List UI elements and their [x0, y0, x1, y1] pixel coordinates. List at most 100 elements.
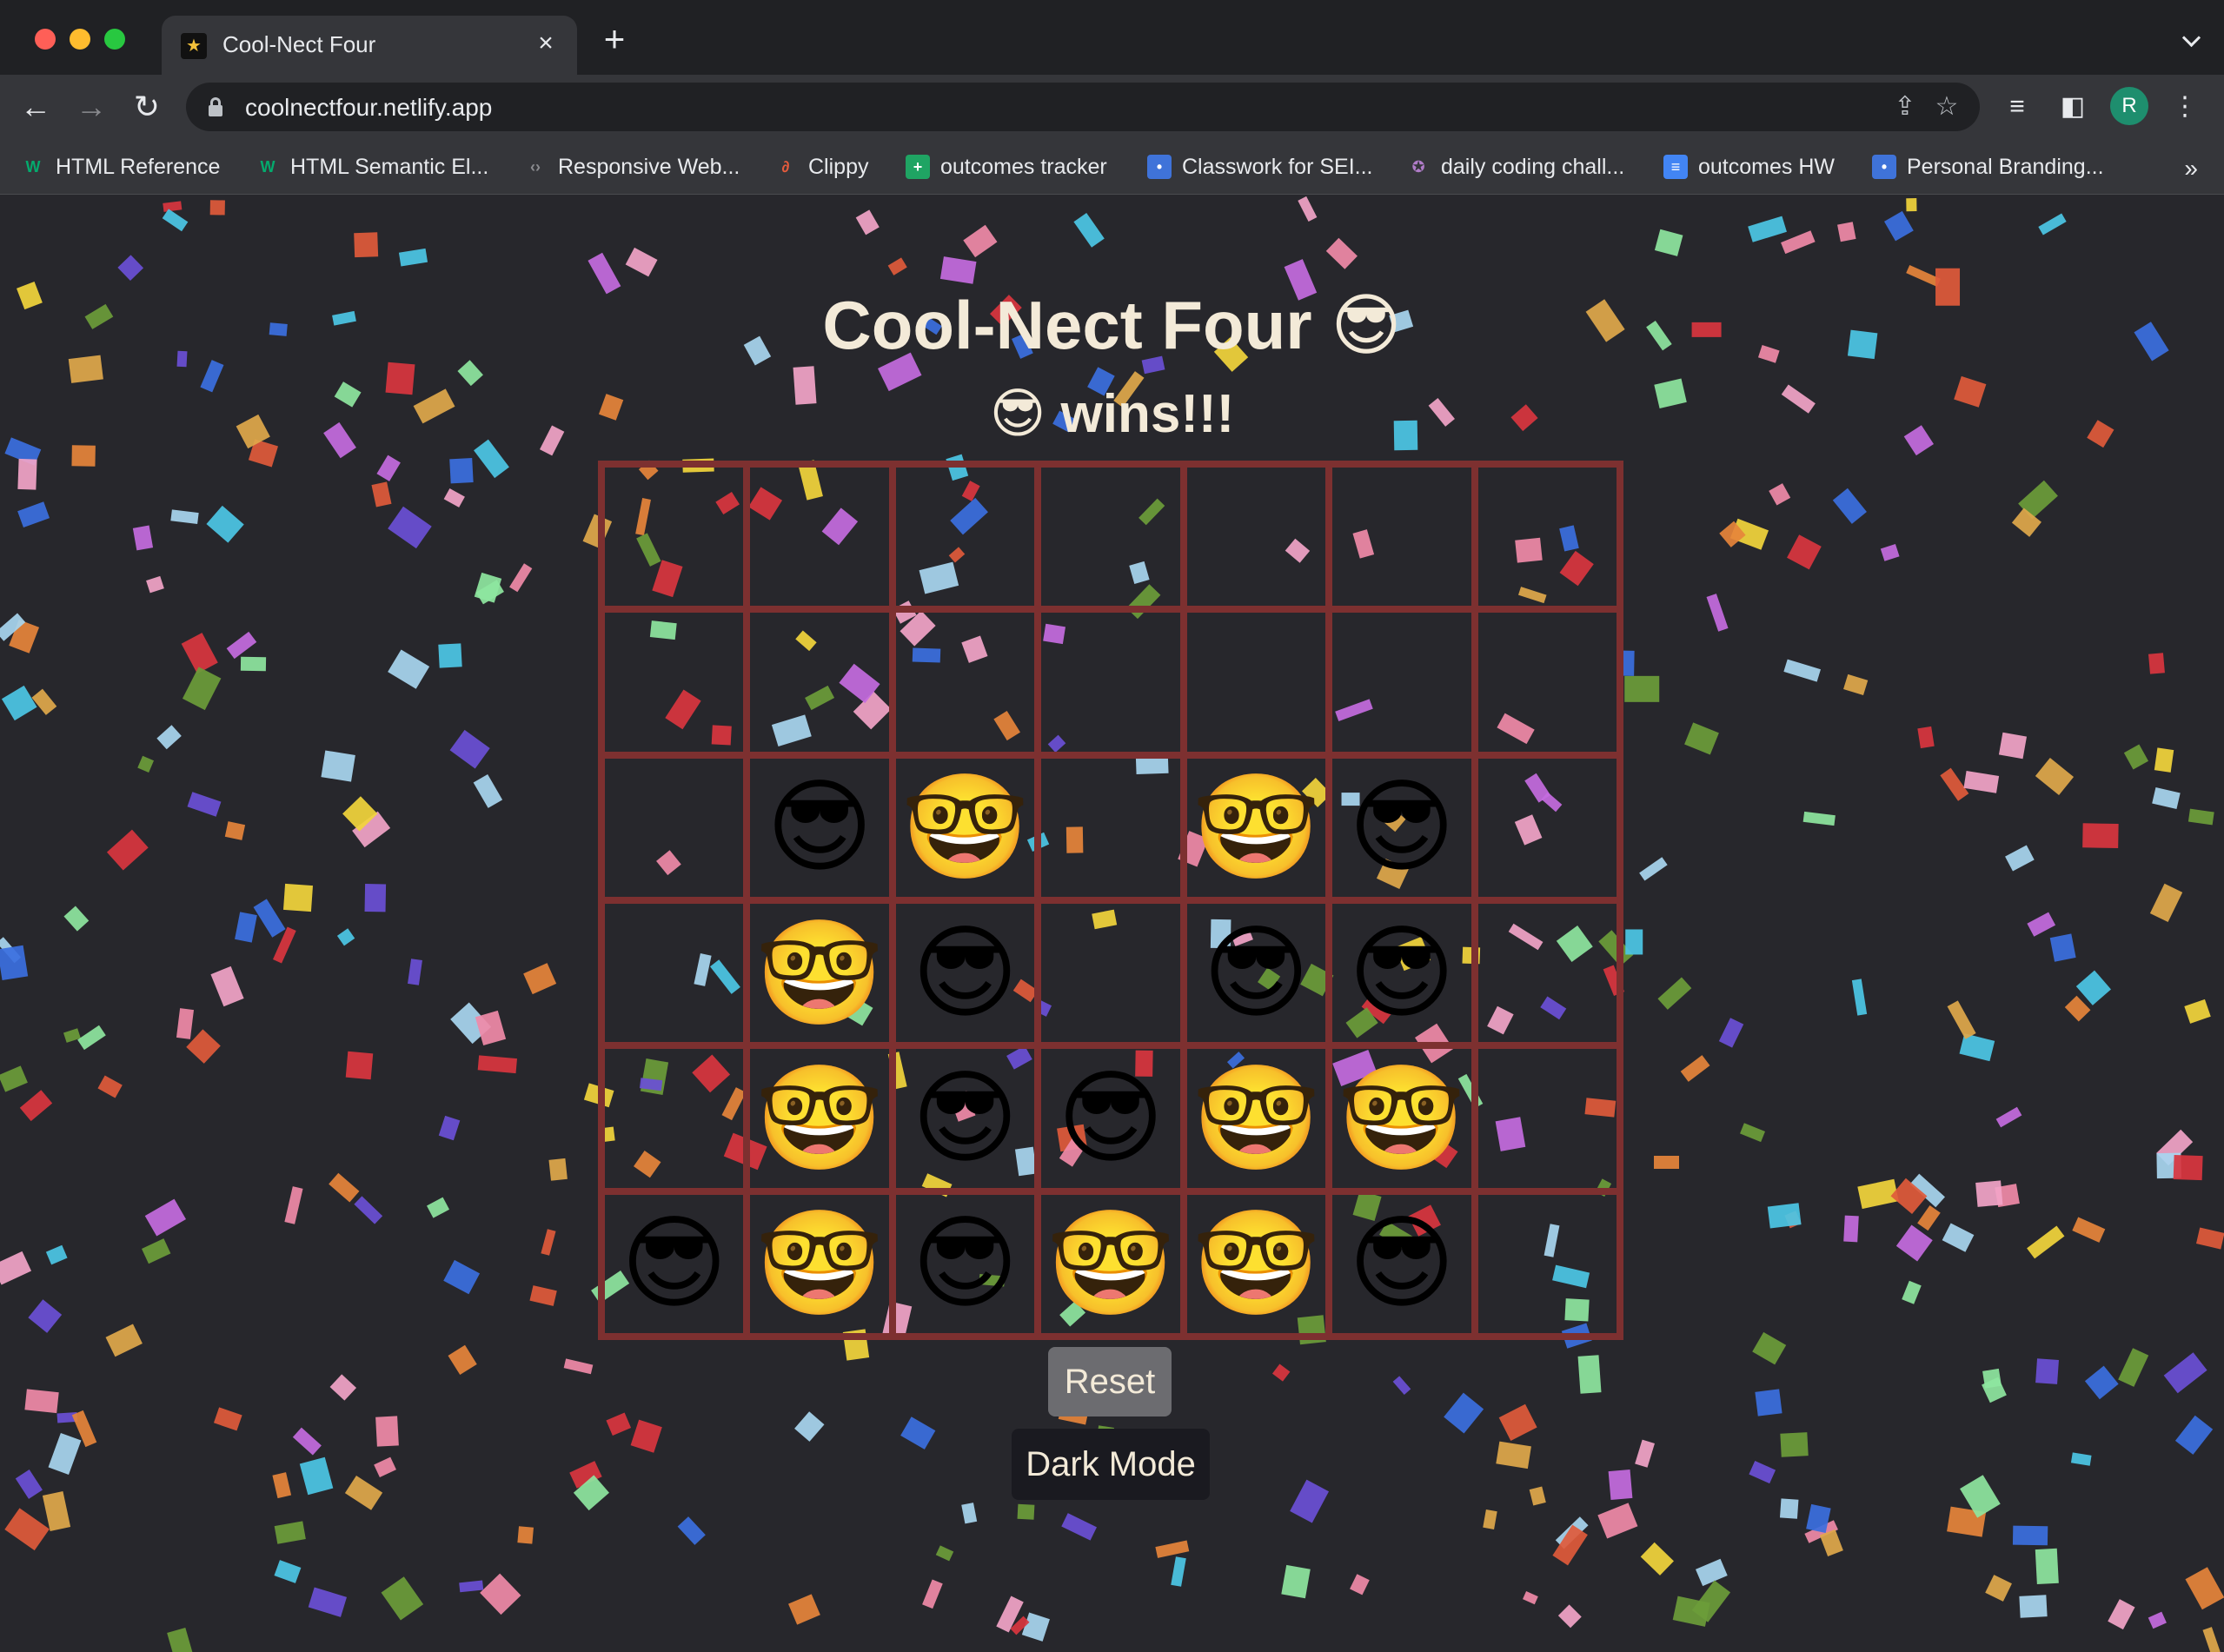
tab-title: Cool-Nect Four [222, 31, 376, 57]
share-icon[interactable]: ⇪ [1889, 91, 1921, 123]
board-cell[interactable] [1329, 464, 1475, 610]
board-cell[interactable]: 🤓 [1183, 1045, 1330, 1191]
bookmark-item[interactable]: W HTML Reference [21, 149, 221, 184]
board-cell[interactable]: 😎 [892, 899, 1039, 1046]
confetti-piece [921, 1579, 943, 1609]
board-cell[interactable] [892, 609, 1039, 755]
reload-icon[interactable]: ↻ [129, 89, 165, 125]
bookmark-item[interactable]: W HTML Semantic El... [256, 149, 489, 184]
board-cell[interactable] [1038, 899, 1184, 1046]
board-cell[interactable] [601, 754, 747, 900]
confetti-piece [1497, 1441, 1532, 1470]
board-cell[interactable] [1474, 1045, 1620, 1191]
board-cell[interactable] [747, 464, 893, 610]
confetti-piece [1625, 929, 1643, 955]
confetti-piece [2071, 1452, 2092, 1466]
board-cell[interactable]: 😎 [892, 1191, 1039, 1337]
bookmarks-overflow-icon[interactable]: » [2184, 155, 2198, 182]
bookmark-item[interactable]: • Personal Branding... [1872, 149, 2104, 184]
board-cell[interactable] [1329, 609, 1475, 755]
confetti-piece [1393, 1376, 1412, 1396]
board-cell[interactable]: 😎 [601, 1191, 747, 1337]
confetti-piece [605, 1412, 631, 1436]
board-cell[interactable] [1183, 609, 1330, 755]
board-cell[interactable]: 🤓 [747, 1045, 893, 1191]
board-cell[interactable]: 🤓 [747, 1191, 893, 1337]
confetti-piece [449, 729, 490, 768]
dark-mode-button[interactable]: Dark Mode [1012, 1429, 1210, 1500]
avatar[interactable]: R [2110, 87, 2148, 125]
board-cell[interactable] [601, 1045, 747, 1191]
board-cell[interactable]: 🤓 [1183, 1191, 1330, 1337]
confetti-piece [170, 509, 199, 525]
board-cell[interactable] [1474, 464, 1620, 610]
board-cell[interactable]: 😎 [1329, 1191, 1475, 1337]
board-cell[interactable] [601, 899, 747, 1046]
close-window-button[interactable] [35, 29, 56, 50]
board-cell[interactable] [1474, 899, 1620, 1046]
bookmark-item[interactable]: ∂ Clippy [773, 149, 869, 184]
media-queue-icon[interactable]: ≡ [1999, 89, 2035, 125]
board-cell[interactable]: 🤓 [1183, 754, 1330, 900]
nerd-piece-icon: 🤓 [755, 1206, 884, 1322]
board-cell[interactable]: 😎 [1183, 899, 1330, 1046]
back-icon[interactable]: ← [17, 89, 54, 125]
confetti-piece [1916, 1204, 1941, 1231]
address-bar[interactable]: coolnectfour.netlify.app ⇪ ☆ [186, 83, 1980, 131]
board-cell[interactable]: 😎 [892, 1045, 1039, 1191]
url-text[interactable]: coolnectfour.netlify.app [245, 94, 492, 122]
lock-icon[interactable] [209, 97, 222, 116]
confetti-piece [475, 580, 505, 605]
confetti-piece [996, 1596, 1025, 1633]
board-cell[interactable]: 🤓 [747, 899, 893, 1046]
confetti-piece [24, 1389, 59, 1413]
confetti-piece [156, 725, 182, 750]
confetti-piece [2035, 1358, 2059, 1385]
bookmark-item[interactable]: • Classwork for SEI... [1147, 149, 1373, 184]
board-cell[interactable]: 😎 [747, 754, 893, 900]
board-cell[interactable]: 😎 [1329, 754, 1475, 900]
bookmark-item[interactable]: ✪ daily coding chall... [1406, 149, 1624, 184]
reset-button[interactable]: Reset [1048, 1347, 1172, 1416]
board-cell[interactable] [1183, 464, 1330, 610]
minimize-window-button[interactable] [70, 29, 90, 50]
board-cell[interactable] [1038, 609, 1184, 755]
confetti-piece [162, 209, 188, 231]
bookmark-item[interactable]: ≡ outcomes HW [1663, 149, 1835, 184]
maximize-window-button[interactable] [104, 29, 125, 50]
kebab-menu-icon[interactable]: ⋮ [2167, 89, 2203, 125]
bookmark-item[interactable]: + outcomes tracker [906, 149, 1107, 184]
nerd-piece-icon: 🤓 [1046, 1206, 1175, 1322]
board-cell[interactable] [747, 609, 893, 755]
board-cell[interactable]: 😎 [1038, 1045, 1184, 1191]
bookmark-label: Responsive Web... [558, 154, 740, 179]
bookmark-item[interactable]: ‹› Responsive Web... [523, 149, 740, 184]
confetti-piece [322, 750, 356, 782]
bookmark-star-icon[interactable]: ☆ [1931, 91, 1962, 123]
board-cell[interactable] [892, 464, 1039, 610]
board-cell[interactable] [1038, 464, 1184, 610]
close-tab-icon[interactable]: × [530, 28, 561, 59]
board-cell[interactable] [1474, 609, 1620, 755]
confetti-piece [2124, 744, 2149, 770]
forward-icon[interactable]: → [73, 89, 110, 125]
chevron-down-icon[interactable] [2182, 31, 2201, 50]
w3-icon: W [260, 158, 276, 176]
confetti-piece [448, 1344, 477, 1375]
side-panel-icon[interactable]: ◧ [2055, 89, 2091, 125]
board-cell[interactable]: 🤓 [1329, 1045, 1475, 1191]
confetti-piece [56, 1411, 78, 1423]
board-cell[interactable] [601, 609, 747, 755]
board-cell[interactable] [1474, 1191, 1620, 1337]
board-cell[interactable] [601, 464, 747, 610]
tab-active[interactable]: ★ Cool-Nect Four × [162, 16, 577, 75]
board-cell[interactable] [1038, 754, 1184, 900]
confetti-piece [374, 1456, 397, 1478]
confetti-piece [1880, 543, 1900, 562]
new-tab-button[interactable]: + [600, 21, 629, 57]
board-cell[interactable]: 🤓 [1038, 1191, 1184, 1337]
confetti-piece [133, 525, 154, 551]
board-cell[interactable]: 😎 [1329, 899, 1475, 1046]
board-cell[interactable]: 🤓 [892, 754, 1039, 900]
board-cell[interactable] [1474, 754, 1620, 900]
